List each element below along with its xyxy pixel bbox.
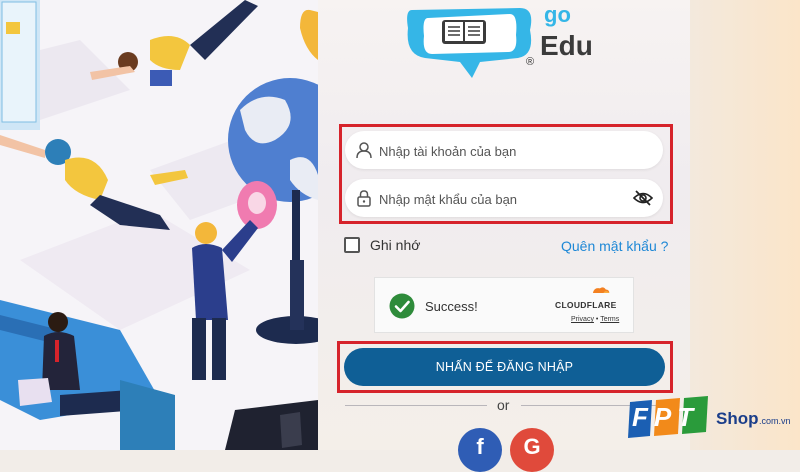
fpt-domain-label: .com.vn [759,416,791,426]
hero-illustration [0,0,318,450]
captcha-status: Success! [425,299,478,314]
password-input[interactable] [377,179,631,219]
captcha-links: Privacy • Terms [571,316,619,323]
lock-icon [357,190,371,207]
divider-left [345,405,487,406]
link-separator: • [595,316,599,323]
terms-link[interactable]: Terms [600,316,619,323]
registered-mark: ® [526,56,535,68]
cloudflare-wordmark: CLOUDFLARE [555,300,617,310]
username-input[interactable] [377,131,631,171]
username-field[interactable] [345,131,663,171]
remember-label: Ghi nhớ [370,237,421,253]
google-login-button[interactable]: G [510,428,554,472]
user-icon [356,142,372,159]
eye-off-icon[interactable] [633,189,653,207]
google-icon: G [523,434,541,459]
password-field[interactable] [345,179,663,219]
remember-checkbox[interactable] [344,237,360,253]
privacy-link[interactable]: Privacy [571,316,594,323]
fpt-shop-label: Shop [716,409,759,428]
cloudflare-captcha-widget[interactable]: Success! CLOUDFLARE Privacy • Terms [374,277,634,333]
forgot-password-link[interactable]: Quên mật khẩu ? [561,238,668,254]
facebook-login-button[interactable]: f [458,428,502,472]
cloud-icon [592,287,610,293]
login-button[interactable]: NHẤN ĐỂ ĐĂNG NHẬP [344,348,665,386]
facebook-icon: f [476,434,484,459]
remember-me[interactable]: Ghi nhớ [344,235,420,255]
success-check-icon [389,293,415,319]
or-label: or [497,397,510,413]
background-gradient-panel [690,0,800,450]
fpt-brand: FPT [632,402,700,432]
logo-prefix: go [544,2,571,27]
logo-name: Edu [540,30,593,61]
